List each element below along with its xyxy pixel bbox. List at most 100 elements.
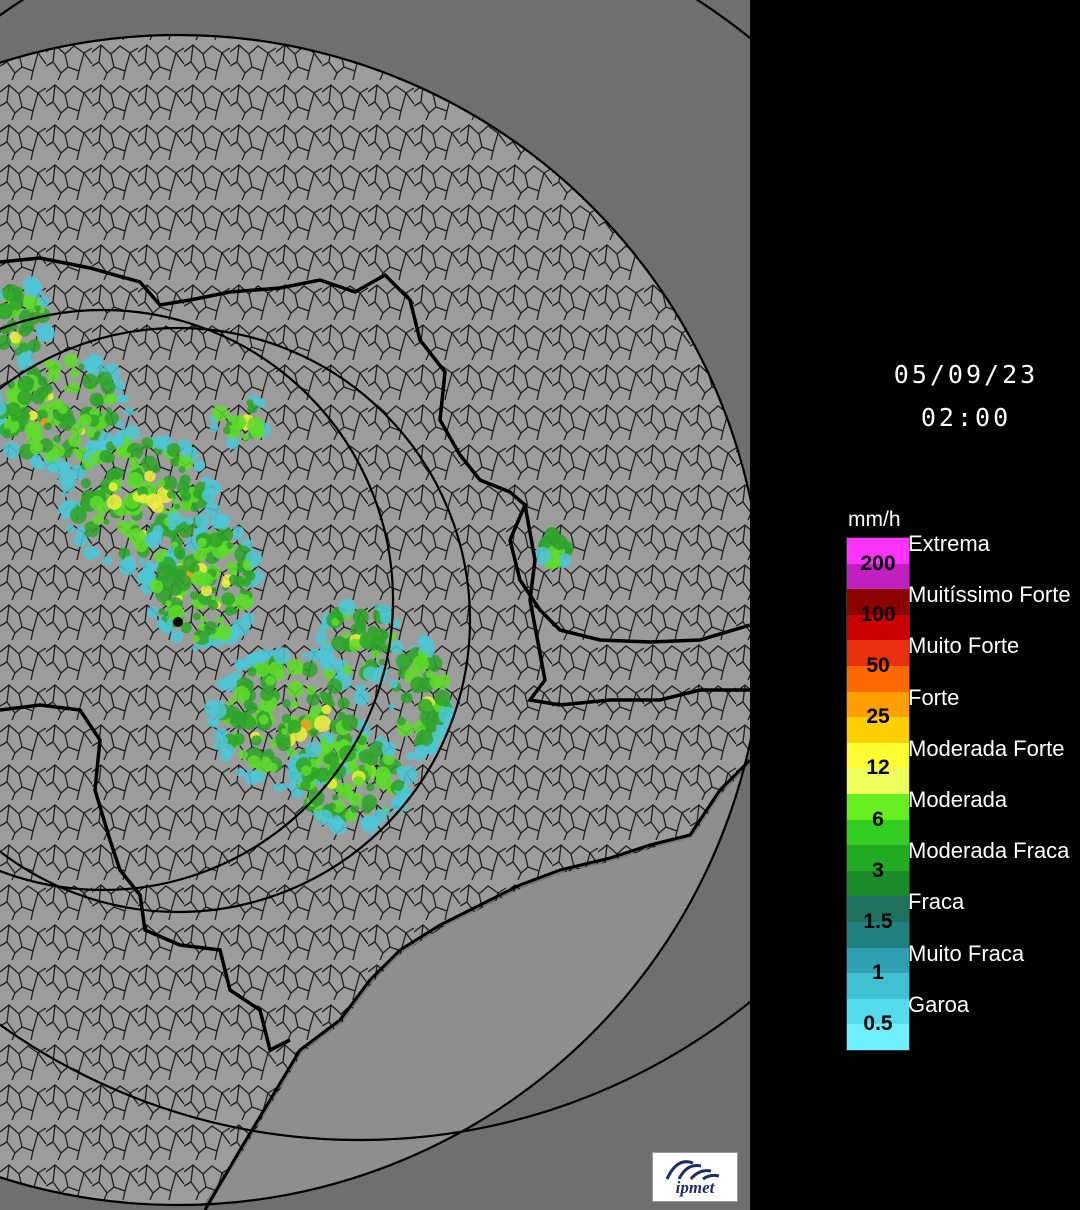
precipitation-echo	[216, 616, 224, 624]
precipitation-echo	[180, 491, 192, 502]
precipitation-echo	[392, 779, 405, 791]
precipitation-echo	[330, 818, 348, 835]
precipitation-echo	[390, 640, 404, 654]
precipitation-echo	[359, 632, 377, 650]
precipitation-echo	[158, 608, 166, 615]
precipitation-echo	[192, 644, 200, 652]
precipitation-echo	[231, 608, 238, 615]
precipitation-echo	[38, 295, 50, 307]
precipitation-echo	[327, 678, 343, 695]
precipitation-echo	[27, 339, 41, 353]
precipitation-echo	[301, 765, 312, 776]
precipitation-echo	[126, 472, 144, 489]
legend-class-label: Muito Fraca	[908, 940, 1025, 966]
precipitation-echo	[417, 698, 433, 714]
scale-tick-label: 50	[866, 654, 890, 677]
precipitation-echo	[141, 437, 154, 450]
precipitation-echo	[306, 692, 320, 706]
precipitation-echo	[154, 551, 165, 563]
precipitation-echo	[273, 782, 284, 793]
precipitation-echo	[245, 570, 256, 582]
precipitation-echo	[255, 649, 269, 663]
precipitation-echo	[138, 493, 149, 504]
precipitation-echo	[66, 524, 75, 533]
precipitation-echo	[90, 354, 103, 367]
precipitation-echo	[152, 435, 167, 450]
precipitation-echo	[281, 728, 288, 735]
precipitation-echo	[47, 463, 58, 474]
precipitation-echo	[3, 428, 11, 436]
precipitation-echo	[215, 624, 233, 641]
precipitation-echo	[166, 511, 182, 527]
precipitation-echo	[242, 612, 255, 626]
precipitation-echo	[178, 466, 186, 473]
precipitation-echo	[200, 615, 207, 623]
precipitation-echo	[168, 532, 176, 539]
precipitation-echo	[166, 490, 176, 499]
precipitation-echo	[209, 423, 219, 433]
radar-map: ipmet	[0, 0, 750, 1210]
precipitation-echo	[361, 794, 378, 810]
precipitation-echo	[29, 441, 44, 455]
precipitation-echo	[61, 491, 68, 498]
precipitation-echo	[175, 549, 186, 561]
precipitation-echo	[34, 305, 42, 312]
precipitation-echo	[210, 517, 222, 529]
precipitation-echo	[396, 716, 406, 726]
precipitation-echo	[242, 433, 249, 441]
precipitation-echo	[80, 478, 91, 489]
precipitation-echo	[365, 753, 379, 766]
precipitation-echo	[388, 703, 395, 710]
precipitation-echo	[247, 667, 257, 677]
precipitation-echo	[71, 423, 83, 436]
precipitation-echo	[192, 489, 202, 499]
precipitation-echo	[3, 441, 21, 459]
legend-class-label: Fraca	[908, 889, 965, 915]
precipitation-echo	[9, 296, 24, 311]
precipitation-echo	[246, 399, 254, 407]
precipitation-echo	[70, 369, 79, 378]
observation-date: 05/09/23	[893, 360, 1039, 389]
legend-class-label: Garoa	[908, 991, 970, 1017]
precipitation-echo	[152, 464, 161, 473]
precipitation-echo	[83, 459, 95, 470]
precipitation-echo	[37, 376, 48, 386]
precipitation-echo	[321, 704, 332, 715]
precipitation-echo	[18, 323, 32, 337]
precipitation-echo	[429, 675, 443, 689]
precipitation-echo	[18, 342, 30, 353]
precipitation-echo	[247, 406, 254, 413]
scale-tick-label: 12	[866, 756, 890, 780]
precipitation-echo	[33, 429, 42, 438]
precipitation-echo	[10, 413, 19, 422]
precipitation-echo	[434, 689, 451, 707]
precipitation-echo	[251, 735, 262, 746]
precipitation-echo	[193, 462, 203, 472]
precipitation-echo	[111, 435, 122, 445]
info-panel: 05/09/23 02:00 mm/h 200 100 50 25 12 6 3 1.5 1 0.…	[750, 0, 1080, 1210]
legend-class-label: Moderada Forte	[908, 735, 1065, 761]
precipitation-echo	[396, 765, 406, 776]
precipitation-echo	[58, 404, 68, 415]
precipitation-echo	[78, 363, 85, 371]
precipitation-echo	[123, 555, 136, 569]
precipitation-echo	[375, 766, 391, 783]
precipitation-echo	[260, 687, 274, 701]
precipitation-echo	[328, 802, 336, 810]
precipitation-echo	[338, 598, 356, 616]
precipitation-echo	[17, 390, 33, 406]
precipitation-echo	[547, 527, 560, 541]
precipitation-echo	[332, 793, 339, 801]
precipitation-echo	[319, 642, 334, 657]
precipitation-echo	[238, 749, 248, 760]
precipitation-echo	[78, 413, 92, 427]
precipitation-echo	[190, 571, 207, 587]
precipitation-echo	[319, 654, 337, 671]
radar-map-canvas	[0, 0, 750, 1210]
precipitation-echo	[308, 648, 322, 662]
precipitation-echo	[27, 378, 35, 386]
precipitation-color-scale: 200 100 50 25 12 6 3 1.5 1 0.5	[846, 537, 910, 1051]
precipitation-echo	[286, 658, 304, 676]
precipitation-echo	[193, 548, 207, 562]
scale-tick-label: 0.5	[863, 1012, 893, 1036]
